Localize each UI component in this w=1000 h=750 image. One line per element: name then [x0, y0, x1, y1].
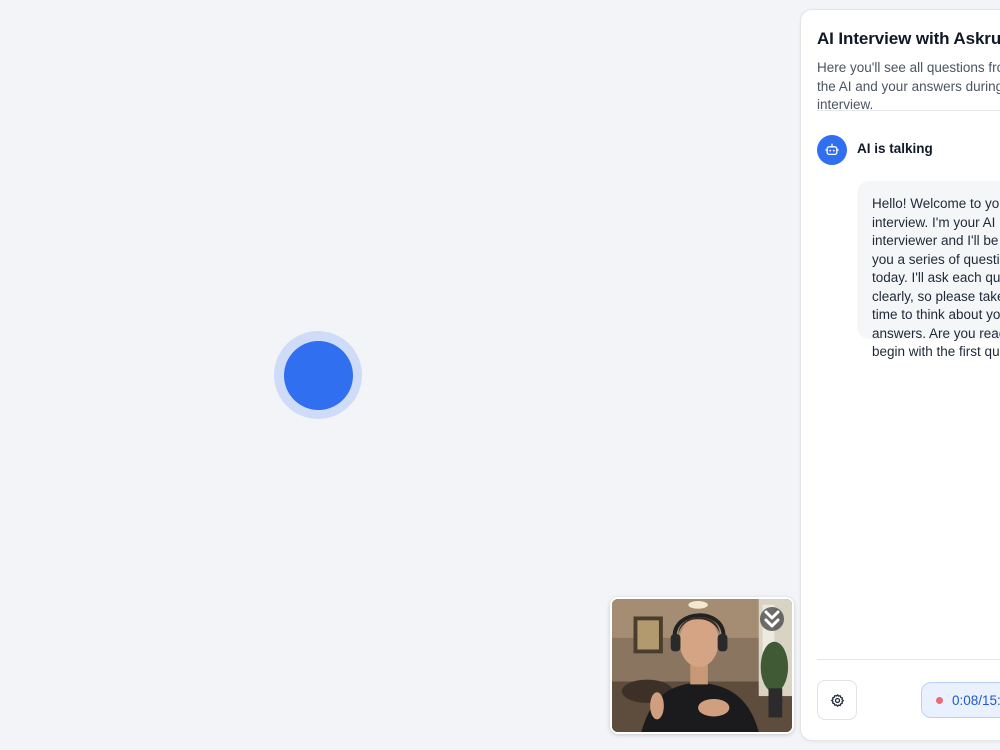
collapse-camera-button[interactable] — [760, 607, 784, 631]
panel-title: AI Interview with Askruit — [817, 29, 1000, 48]
transcript-panel: AI Interview with Askruit Here you'll se… — [800, 9, 1000, 741]
robot-icon — [825, 143, 839, 156]
divider — [817, 110, 1000, 111]
voice-orb — [284, 341, 353, 410]
gear-icon — [830, 693, 844, 707]
ai-message-text: Hello! Welcome to your interview. I'm yo… — [872, 196, 1000, 359]
panel-description: Here you'll see all questions from the A… — [817, 60, 1000, 112]
interview-timer: 0:08/15:00 — [921, 682, 1000, 718]
interview-stage: AI Interview with Askruit Here you'll se… — [0, 0, 1000, 750]
timer-text: 0:08/15:00 — [952, 692, 1000, 708]
ai-message-bubble: Hello! Welcome to your interview. I'm yo… — [857, 181, 1000, 359]
ai-status-label: AI is talking — [857, 141, 933, 156]
chevrons-down-icon — [764, 610, 780, 628]
settings-button[interactable] — [817, 680, 857, 720]
divider — [817, 659, 1000, 660]
ai-avatar — [817, 135, 847, 165]
recording-indicator — [936, 696, 943, 704]
camera-preview — [610, 597, 794, 734]
